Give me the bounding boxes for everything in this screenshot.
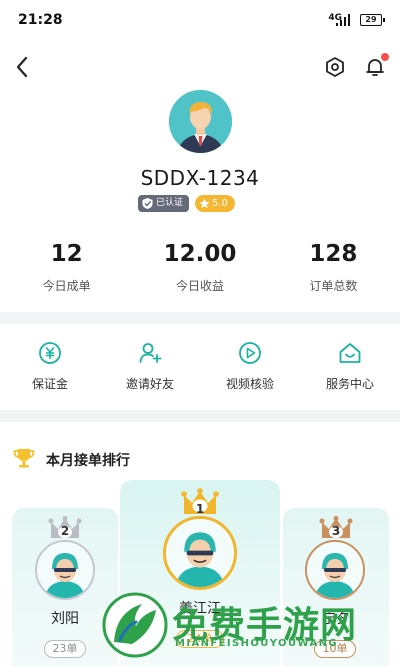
stat-orders-total[interactable]: 128 订单总数 <box>267 240 400 294</box>
stat-income-today[interactable]: 12.00 今日收益 <box>133 240 266 294</box>
stat-label: 今日成单 <box>42 279 91 293</box>
verified-label: 已认证 <box>156 198 184 208</box>
action-invite[interactable]: 邀请好友 <box>100 324 200 410</box>
action-label: 服务中心 <box>325 377 374 391</box>
action-label: 保证金 <box>31 377 68 391</box>
rank-number: 3 <box>331 524 341 538</box>
add-user-icon <box>139 343 162 363</box>
trophy-icon <box>13 449 35 468</box>
action-service-center[interactable]: 服务中心 <box>300 324 400 410</box>
action-deposit[interactable]: 保证金 <box>0 324 100 410</box>
rating-value: 5.0 <box>212 198 228 209</box>
home-service-icon <box>339 343 361 363</box>
action-video-verify[interactable]: 视频核验 <box>200 324 300 410</box>
username: SDDX-1234 <box>140 166 260 190</box>
stat-value: 12 <box>50 241 83 267</box>
status-time: 21:28 <box>18 12 63 28</box>
profile-section: SDDX-1234 已认证 5.0 12 今日成单 12.00 今日收益 128… <box>0 90 400 312</box>
signal-icon <box>336 14 350 26</box>
rank-number: 1 <box>195 502 205 516</box>
yuan-coin-icon <box>39 342 61 364</box>
action-label: 邀请好友 <box>125 377 174 391</box>
rider-avatar-icon <box>35 540 95 600</box>
stat-label: 订单总数 <box>309 279 358 293</box>
ranking-title: 本月接单排行 <box>46 453 130 469</box>
stat-orders-today[interactable]: 12 今日成单 <box>0 240 133 294</box>
rank-number: 2 <box>60 524 70 538</box>
user-avatar-icon[interactable] <box>169 90 232 153</box>
battery-icon: 29 <box>360 14 385 26</box>
stat-value: 12.00 <box>163 241 237 267</box>
verified-shield-icon <box>142 198 153 209</box>
watermark-logo-icon <box>102 592 168 658</box>
play-video-icon <box>239 342 261 364</box>
battery-level: 29 <box>365 15 377 24</box>
status-bar: 21:28 4G 29 <box>0 0 400 44</box>
watermark-subtext: MIANFEISHOUYOUWANG <box>175 638 338 649</box>
order-count: 23单 <box>44 640 86 658</box>
quick-actions: 保证金 邀请好友 视频核验 服务中心 <box>0 324 400 410</box>
rider-avatar-icon <box>163 516 237 590</box>
stat-label: 今日收益 <box>175 279 224 293</box>
rating-badge: 5.0 <box>195 195 235 212</box>
watermark: 免费手游网 MIANFEISHOUYOUWANG <box>100 590 400 666</box>
star-icon <box>199 198 210 209</box>
chevron-left-icon[interactable] <box>8 52 38 82</box>
hexagon-settings-icon[interactable] <box>320 52 350 82</box>
stat-value: 128 <box>309 241 358 267</box>
stats-row: 12 今日成单 12.00 今日收益 128 订单总数 <box>0 240 400 294</box>
notification-dot <box>381 53 389 61</box>
top-nav <box>0 44 400 90</box>
verified-badge: 已认证 <box>138 195 189 212</box>
action-label: 视频核验 <box>225 377 274 391</box>
